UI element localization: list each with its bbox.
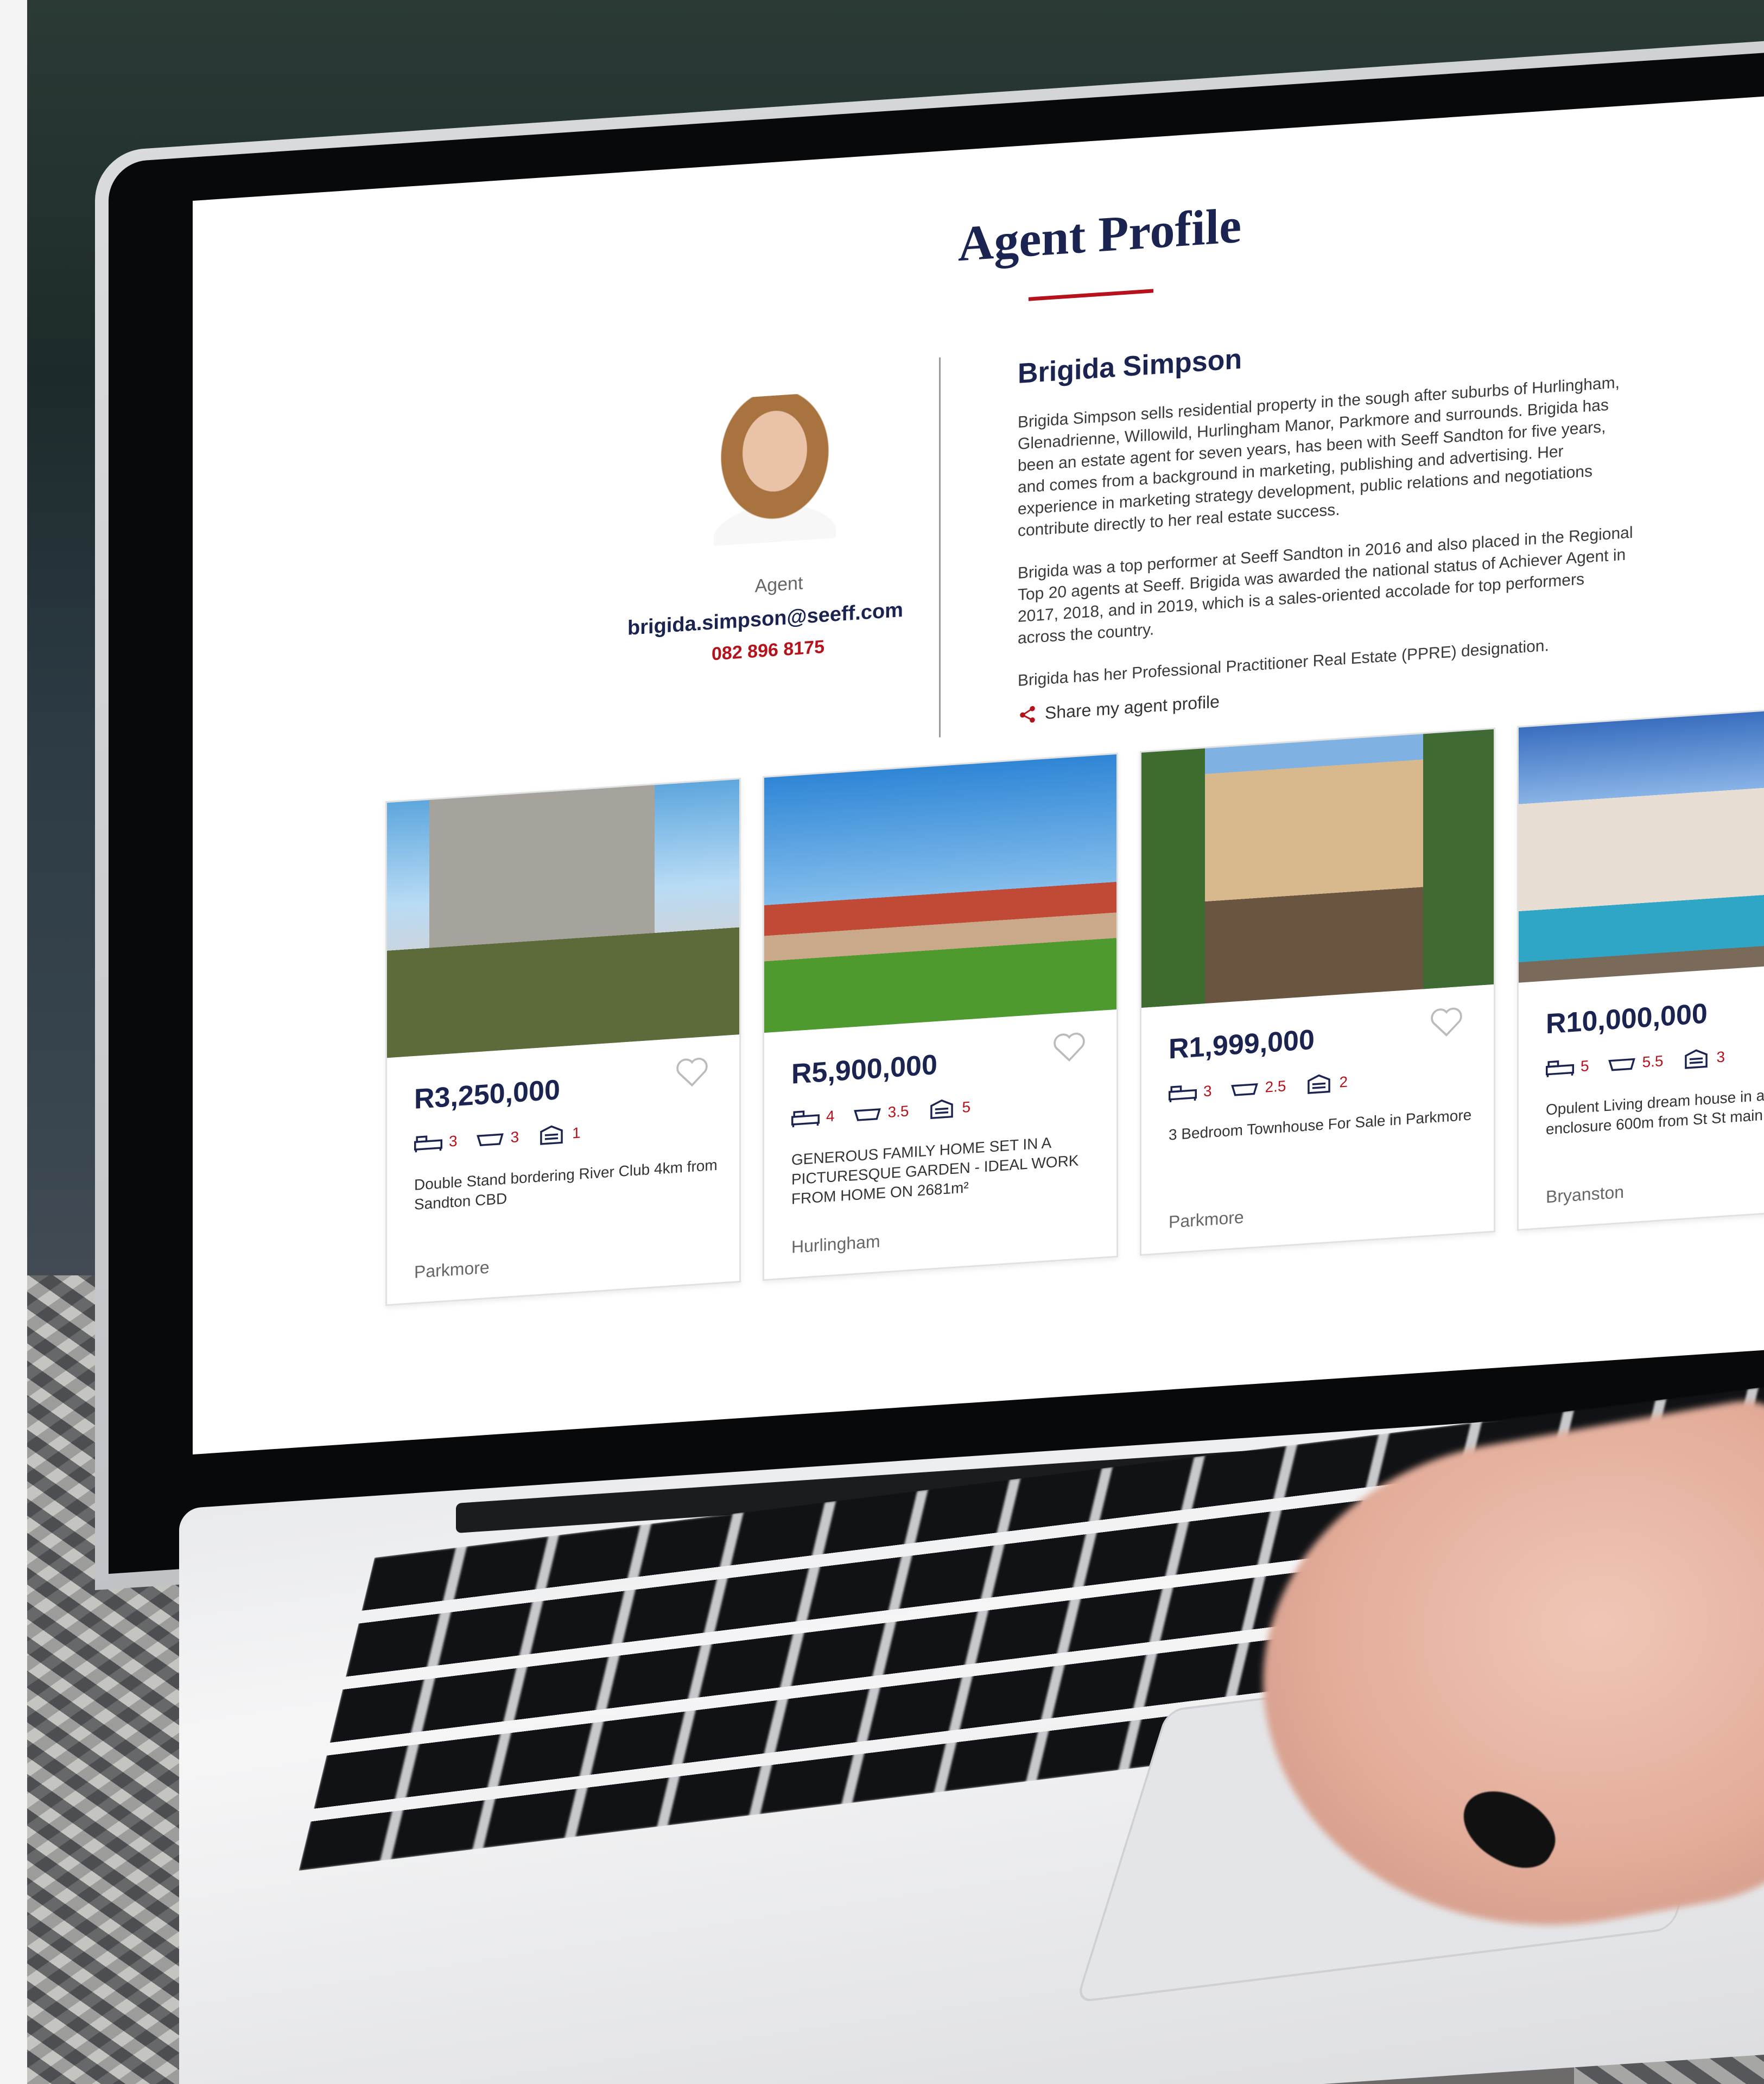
listing-location: Parkmore	[1169, 1207, 1244, 1232]
feature-baths: 3.5	[853, 1100, 909, 1126]
listing-price: R3,250,000	[414, 1074, 560, 1115]
bio-paragraph: Brigida Simpson sells residential proper…	[1018, 373, 1620, 541]
feature-garages: 2	[1305, 1071, 1348, 1096]
profile-divider	[939, 357, 941, 738]
listing-description: GENEROUS FAMILY HOME SET IN A PICTURESQU…	[791, 1134, 1079, 1208]
baths-count: 2.5	[1265, 1077, 1286, 1096]
agent-name: Brigida Simpson	[1018, 343, 1242, 390]
listing-features: 3 3 1	[414, 1122, 581, 1155]
agent-bio: Brigida Simpson sells residential proper…	[1018, 371, 1636, 713]
beds-count: 4	[826, 1107, 835, 1125]
listing-price: R1,999,000	[1169, 1024, 1315, 1065]
listing-photo[interactable]	[1519, 704, 1764, 983]
bath-icon	[1230, 1083, 1258, 1096]
feature-beds: 3	[1169, 1080, 1212, 1104]
garage-icon	[1307, 1074, 1330, 1094]
garage-icon	[930, 1099, 953, 1120]
beds-count: 5	[1581, 1057, 1589, 1075]
garage-icon	[540, 1125, 563, 1145]
baths-count: 3	[510, 1128, 519, 1146]
listing-price: R5,900,000	[791, 1049, 937, 1090]
listing-photo[interactable]	[764, 754, 1116, 1033]
bio-paragraph: Brigida was a top performer at Seeff San…	[1018, 523, 1633, 648]
beds-count: 3	[449, 1132, 458, 1150]
title-underline	[1029, 289, 1153, 301]
photo-background: Agent Profile Agent brigida.simpson@seef…	[0, 0, 1764, 2084]
laptop-screen: Agent Profile Agent brigida.simpson@seef…	[193, 89, 1764, 1455]
listing-location: Bryanston	[1546, 1181, 1625, 1207]
agent-role: Agent	[754, 573, 803, 597]
share-icon	[1020, 706, 1035, 723]
feature-garages: 5	[928, 1096, 971, 1121]
baths-count: 3.5	[887, 1102, 909, 1121]
listing-photo[interactable]	[387, 779, 739, 1058]
garages-count: 5	[962, 1098, 971, 1116]
listing-description: Opulent Living dream house in an e guard…	[1546, 1082, 1764, 1138]
beds-count: 3	[1203, 1082, 1212, 1100]
heart-icon[interactable]	[675, 1056, 709, 1089]
listing-location: Hurlingham	[791, 1231, 880, 1257]
listing-description: 3 Bedroom Townhouse For Sale in Parkmore	[1169, 1106, 1472, 1143]
bed-icon	[1546, 1060, 1574, 1077]
bed-icon	[1169, 1085, 1197, 1103]
feature-garages: 3	[1682, 1046, 1725, 1070]
feature-garages: 1	[537, 1122, 581, 1147]
listing-photo[interactable]	[1141, 729, 1494, 1008]
feature-baths: 5.5	[1608, 1050, 1664, 1076]
feature-baths: 2.5	[1230, 1075, 1286, 1101]
baths-count: 5.5	[1642, 1052, 1664, 1071]
listing-features: 4 3.5 5	[791, 1096, 970, 1130]
garage-icon	[1684, 1049, 1708, 1069]
garages-count: 1	[572, 1124, 581, 1142]
bed-icon	[414, 1135, 442, 1153]
heart-icon[interactable]	[1052, 1031, 1087, 1064]
listing-card[interactable]: R3,250,000 3 3 1 Double Stand bordering …	[385, 777, 741, 1306]
white-border	[0, 0, 27, 2084]
feature-beds: 5	[1546, 1055, 1589, 1079]
heart-icon[interactable]	[1429, 1005, 1464, 1039]
listing-card[interactable]: R1,999,000 3 2.5 2 3 Bedroom Townhouse F…	[1140, 727, 1495, 1256]
agent-email-link[interactable]: brigida.simpson@seeff.com	[597, 596, 934, 642]
listing-features: 3 2.5 2	[1169, 1071, 1348, 1105]
bath-icon	[853, 1108, 881, 1121]
page-title: Agent Profile	[958, 197, 1242, 272]
feature-baths: 3	[476, 1126, 519, 1151]
listing-card[interactable]: R10,000,000 5 5.5 3 Opulent Living dream…	[1517, 702, 1764, 1231]
bath-icon	[476, 1133, 504, 1147]
listing-features: 5 5.5 3	[1546, 1046, 1725, 1079]
garages-count: 3	[1716, 1048, 1725, 1066]
garages-count: 2	[1339, 1073, 1348, 1091]
bath-icon	[1608, 1058, 1635, 1071]
agent-avatar	[714, 391, 836, 547]
feature-beds: 3	[414, 1130, 458, 1155]
listing-description: Double Stand bordering River Club 4km fr…	[414, 1156, 718, 1213]
listing-card[interactable]: R5,900,000 4 3.5 5 GENEROUS FAMILY HOME …	[763, 752, 1118, 1281]
listing-location: Parkmore	[414, 1257, 490, 1282]
bed-icon	[791, 1110, 820, 1128]
agent-phone-link[interactable]: 082 896 8175	[665, 633, 871, 668]
feature-beds: 4	[791, 1105, 835, 1129]
listing-price: R10,000,000	[1546, 997, 1708, 1040]
